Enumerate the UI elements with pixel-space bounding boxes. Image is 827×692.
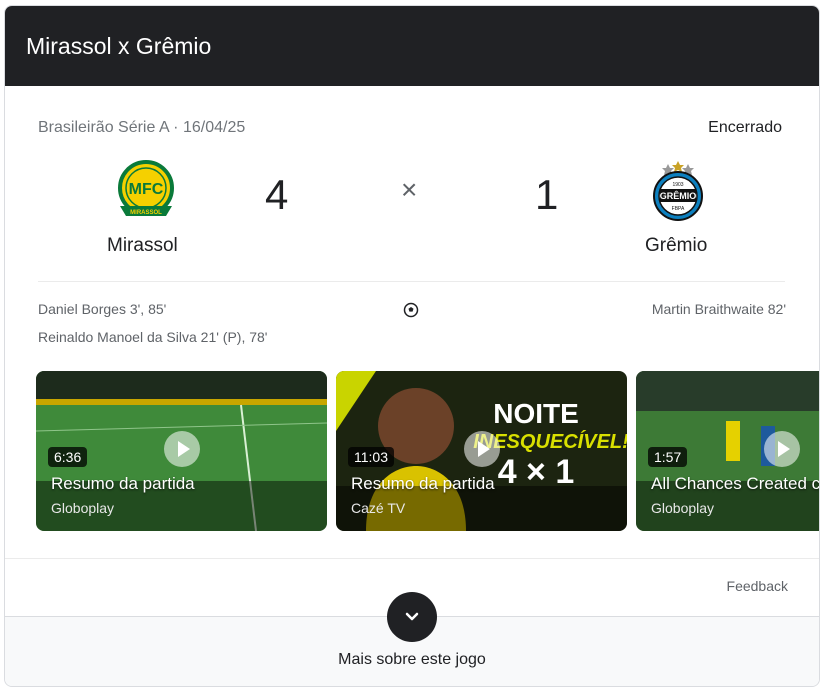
divider <box>5 558 819 559</box>
play-icon[interactable] <box>464 431 500 467</box>
video-title[interactable]: Resumo da partida <box>351 474 495 494</box>
away-scorer-1: Martin Braithwaite 82' <box>651 301 786 317</box>
divider <box>38 281 785 282</box>
page-title: Mirassol x Grêmio <box>26 33 212 59</box>
video-duration: 11:03 <box>348 447 394 467</box>
competition-date: Brasileirão Série A · 16/04/25 <box>38 119 246 136</box>
play-icon[interactable] <box>764 431 800 467</box>
feedback-link[interactable]: Feedback <box>727 578 788 594</box>
thumbnail-score: 4 × 1 <box>498 453 575 491</box>
video-source: Globoplay <box>51 500 115 516</box>
soccer-ball-icon <box>403 302 419 318</box>
thumbnail-headline: NOITE <box>493 398 579 429</box>
home-score: 4 <box>265 171 289 218</box>
video-source: Cazé TV <box>351 500 406 516</box>
video-card-1[interactable]: 6:36 Resumo da partida Globoplay <box>36 371 327 531</box>
home-team-name[interactable]: Mirassol <box>107 235 178 257</box>
gremio-logo[interactable]: GRÊMIO 1903 FBPA <box>646 158 710 222</box>
video-title[interactable]: Resumo da partida <box>51 474 195 494</box>
video-card-3[interactable]: 1:57 All Chances Created c Globoplay <box>636 371 819 531</box>
video-duration: 6:36 <box>48 447 88 467</box>
gremio-logo-text: GRÊMIO <box>660 190 697 201</box>
home-scorer-2: Reinaldo Manoel da Silva 21' (P), 78' <box>38 329 268 345</box>
play-icon[interactable] <box>164 431 200 467</box>
match-header: Mirassol x Grêmio <box>5 6 819 86</box>
video-duration: 1:57 <box>648 447 688 467</box>
home-scorer-1: Daniel Borges 3', 85' <box>38 301 167 317</box>
video-source: Globoplay <box>651 500 715 516</box>
mirassol-logo-caption: MIRASSOL <box>130 210 162 216</box>
gremio-logo-caption: FBPA <box>672 206 685 212</box>
video-card-2[interactable]: NOITE INESQUECÍVEL! 4 × 1 11:03 Resumo d… <box>336 371 627 531</box>
video-title[interactable]: All Chances Created c <box>651 474 819 494</box>
away-team-name[interactable]: Grêmio <box>645 235 707 257</box>
away-score: 1 <box>535 171 559 218</box>
expand-button[interactable] <box>387 592 437 642</box>
gremio-logo-year: 1903 <box>672 182 683 188</box>
match-card: Mirassol x Grêmio Brasileirão Série A · … <box>4 5 820 687</box>
chevron-down-icon <box>405 612 419 621</box>
more-about-match-label[interactable]: Mais sobre este jogo <box>5 651 819 669</box>
score-separator: × <box>401 174 418 205</box>
match-status: Encerrado <box>708 119 782 136</box>
mirassol-logo[interactable]: MFC MIRASSOL <box>114 158 178 222</box>
mirassol-logo-text: MFC <box>129 181 164 198</box>
